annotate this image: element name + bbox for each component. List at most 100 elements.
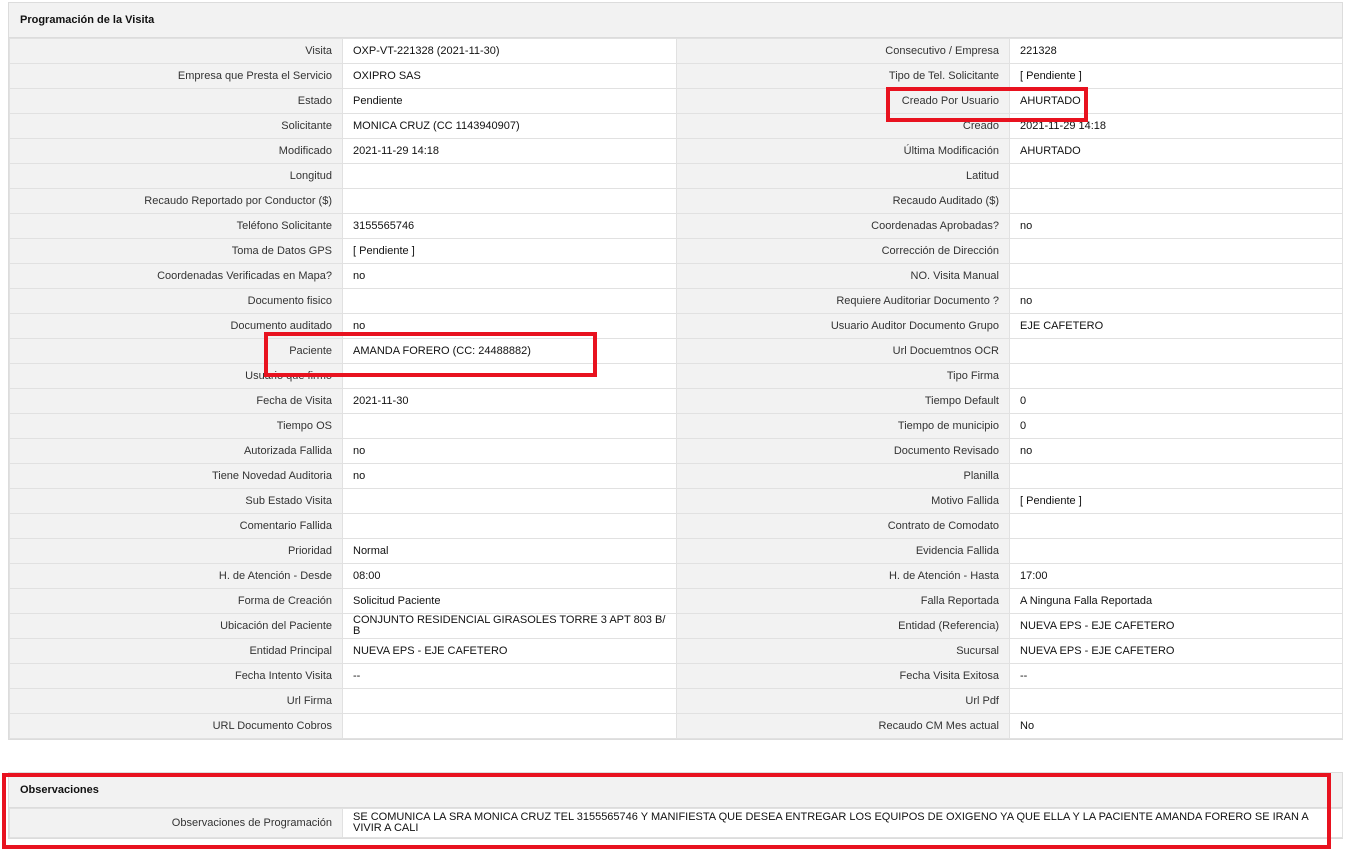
detail-row: Ubicación del Paciente CONJUNTO RESIDENCI… bbox=[9, 613, 1343, 639]
field-value-right: no bbox=[1009, 438, 1343, 464]
detail-row: Paciente AMANDA FORERO (CC: 24488882) Url … bbox=[9, 338, 1343, 364]
observations-row: Observaciones de Programación SE COMUNIC… bbox=[9, 808, 1343, 838]
field-value-left: NUEVA EPS - EJE CAFETERO bbox=[342, 638, 677, 664]
field-label-left: Coordenadas Verificadas en Mapa? bbox=[9, 263, 343, 289]
field-label-left: Usuario que firmo bbox=[9, 363, 343, 389]
field-value-left bbox=[342, 513, 677, 539]
field-label-left: Ubicación del Paciente bbox=[9, 613, 343, 639]
detail-row: Estado Pendiente Creado Por Usuario AHURTAD… bbox=[9, 88, 1343, 114]
detail-row: Comentario Fallida Contrato de Comodato bbox=[9, 513, 1343, 539]
field-value-left: 08:00 bbox=[342, 563, 677, 589]
detail-row: Sub Estado Visita Motivo Fallida[ Pendien… bbox=[9, 488, 1343, 514]
field-value-left: no bbox=[342, 313, 677, 339]
field-label-right: Corrección de Dirección bbox=[676, 238, 1010, 264]
field-value-right bbox=[1009, 688, 1343, 714]
detail-row: Visita OXP-VT-221328 (2021-11-30) Consecut… bbox=[9, 38, 1343, 64]
visit-programming-title: Programación de la Visita bbox=[9, 3, 1342, 38]
field-label-right: Requiere Auditoriar Documento ? bbox=[676, 288, 1010, 314]
field-label-left: Toma de Datos GPS bbox=[9, 238, 343, 264]
detail-row: Recaudo Reportado por Conductor ($) Recau… bbox=[9, 188, 1343, 214]
detail-row: Entidad Principal NUEVA EPS - EJE CAFETER… bbox=[9, 638, 1343, 664]
field-label-left: Forma de Creación bbox=[9, 588, 343, 614]
field-value-left bbox=[342, 163, 677, 189]
detail-row: Toma de Datos GPS[ Pendiente ] Corrección… bbox=[9, 238, 1343, 264]
field-value-left: Solicitud Paciente bbox=[342, 588, 677, 614]
field-label-left: Fecha Intento Visita bbox=[9, 663, 343, 689]
detail-row: URL Documento Cobros Recaudo CM Mes actua… bbox=[9, 713, 1343, 739]
field-label-left: Tiene Novedad Auditoria bbox=[9, 463, 343, 489]
field-label-right: Fecha Visita Exitosa bbox=[676, 663, 1010, 689]
field-value-right: -- bbox=[1009, 663, 1343, 689]
field-label-right: H. de Atención - Hasta bbox=[676, 563, 1010, 589]
field-label-left: Documento fisico bbox=[9, 288, 343, 314]
field-label-left: Solicitante bbox=[9, 113, 343, 139]
field-label-right: Falla Reportada bbox=[676, 588, 1010, 614]
detail-row: Longitud Latitud bbox=[9, 163, 1343, 189]
field-label-left: Fecha de Visita bbox=[9, 388, 343, 414]
field-value-left bbox=[342, 188, 677, 214]
field-label-left: H. de Atención - Desde bbox=[9, 563, 343, 589]
field-value-left: 2021-11-30 bbox=[342, 388, 677, 414]
field-label-left: Sub Estado Visita bbox=[9, 488, 343, 514]
field-value-left: no bbox=[342, 463, 677, 489]
field-value-left bbox=[342, 413, 677, 439]
field-label-left: Paciente bbox=[9, 338, 343, 364]
field-value-left: OXP-VT-221328 (2021-11-30) bbox=[342, 38, 677, 64]
field-label-right: Url Pdf bbox=[676, 688, 1010, 714]
detail-row: Documento auditado no Usuario Auditor Doc… bbox=[9, 313, 1343, 339]
detail-row: H. de Atención - Desde 08:00 H. de Atenció… bbox=[9, 563, 1343, 589]
field-label-right: Tiempo de municipio bbox=[676, 413, 1010, 439]
field-value-left: Normal bbox=[342, 538, 677, 564]
field-value-right: No bbox=[1009, 713, 1343, 739]
field-value-right bbox=[1009, 538, 1343, 564]
field-label-right: NO. Visita Manual bbox=[676, 263, 1010, 289]
field-value-right: AHURTADO bbox=[1009, 138, 1343, 164]
field-label-right: Recaudo CM Mes actual bbox=[676, 713, 1010, 739]
observations-label: Observaciones de Programación bbox=[9, 808, 343, 838]
field-label-right: Contrato de Comodato bbox=[676, 513, 1010, 539]
field-label-right: Coordenadas Aprobadas? bbox=[676, 213, 1010, 239]
field-label-right: Motivo Fallida bbox=[676, 488, 1010, 514]
field-value-right: no bbox=[1009, 288, 1343, 314]
detail-row: Forma de Creación Solicitud Paciente Falla… bbox=[9, 588, 1343, 614]
observations-title: Observaciones bbox=[9, 773, 1342, 808]
field-value-left: no bbox=[342, 263, 677, 289]
field-value-right: NUEVA EPS - EJE CAFETERO bbox=[1009, 613, 1343, 639]
field-label-left: Tiempo OS bbox=[9, 413, 343, 439]
field-value-right bbox=[1009, 338, 1343, 364]
field-label-left: Url Firma bbox=[9, 688, 343, 714]
field-label-left: URL Documento Cobros bbox=[9, 713, 343, 739]
field-label-left: Visita bbox=[9, 38, 343, 64]
field-label-left: Teléfono Solicitante bbox=[9, 213, 343, 239]
field-label-right: Url Docuemtnos OCR bbox=[676, 338, 1010, 364]
field-label-left: Documento auditado bbox=[9, 313, 343, 339]
detail-row: Empresa que Presta el Servicio OXIPRO SAS… bbox=[9, 63, 1343, 89]
field-value-right bbox=[1009, 163, 1343, 189]
visit-details-body: Visita OXP-VT-221328 (2021-11-30) Consecut… bbox=[9, 38, 1343, 739]
detail-row: Fecha de Visita 2021-11-30 Tiempo Default… bbox=[9, 388, 1343, 414]
field-label-right: Recaudo Auditado ($) bbox=[676, 188, 1010, 214]
detail-row: Documento fisico Requiere Auditoriar Docu… bbox=[9, 288, 1343, 314]
field-label-left: Longitud bbox=[9, 163, 343, 189]
field-label-left: Entidad Principal bbox=[9, 638, 343, 664]
field-value-left: MONICA CRUZ (CC 1143940907) bbox=[342, 113, 677, 139]
field-value-right: AHURTADO bbox=[1009, 88, 1343, 114]
field-label-left: Estado bbox=[9, 88, 343, 114]
field-value-right bbox=[1009, 463, 1343, 489]
field-value-right: 0 bbox=[1009, 388, 1343, 414]
field-value-right: 0 bbox=[1009, 413, 1343, 439]
field-value-left: 2021-11-29 14:18 bbox=[342, 138, 677, 164]
detail-row: Teléfono Solicitante 3155565746 Coordenada… bbox=[9, 213, 1343, 239]
field-label-right: Tipo de Tel. Solicitante bbox=[676, 63, 1010, 89]
observations-value: SE COMUNICA LA SRA MONICA CRUZ TEL 31555… bbox=[342, 808, 1343, 838]
field-value-left bbox=[342, 488, 677, 514]
field-value-left: Pendiente bbox=[342, 88, 677, 114]
field-value-left: 3155565746 bbox=[342, 213, 677, 239]
field-value-left bbox=[342, 288, 677, 314]
field-value-left: no bbox=[342, 438, 677, 464]
field-value-left: OXIPRO SAS bbox=[342, 63, 677, 89]
field-label-left: Prioridad bbox=[9, 538, 343, 564]
field-value-right: NUEVA EPS - EJE CAFETERO bbox=[1009, 638, 1343, 664]
field-value-left: [ Pendiente ] bbox=[342, 238, 677, 264]
field-label-right: Latitud bbox=[676, 163, 1010, 189]
